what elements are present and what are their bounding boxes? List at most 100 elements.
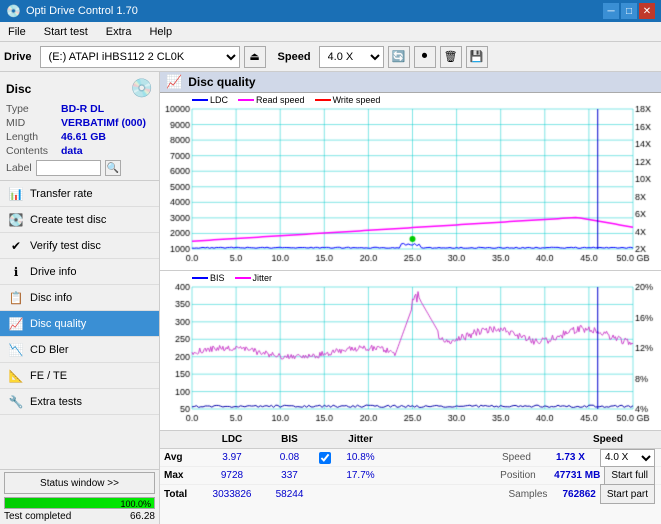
record-button[interactable]: ⏺ xyxy=(414,46,436,68)
legend-jitter: Jitter xyxy=(235,273,273,283)
menu-help[interactable]: Help xyxy=(145,25,176,39)
save-button[interactable]: 💾 xyxy=(466,46,488,68)
speed-value-right: 1.73 X xyxy=(556,452,596,463)
disc-type-label: Type xyxy=(6,103,61,115)
total-ldc: 3033826 xyxy=(202,489,262,500)
legend-ldc: LDC xyxy=(192,95,228,105)
total-bis: 58244 xyxy=(262,489,317,500)
disc-mid-row: MID VERBATIMf (000) xyxy=(6,117,153,129)
sidebar-item-disc-info[interactable]: 📋 Disc info xyxy=(0,285,159,311)
chart2-canvas xyxy=(160,271,661,427)
menu-extra[interactable]: Extra xyxy=(102,25,136,39)
sidebar-item-verify-test-disc[interactable]: ✔ Verify test disc xyxy=(0,233,159,259)
disc-type-row: Type BD-R DL xyxy=(6,103,153,115)
legend-read-speed-label: Read speed xyxy=(256,95,305,105)
sidebar-item-extra-tests[interactable]: 🔧 Extra tests xyxy=(0,389,159,415)
menu-file[interactable]: File xyxy=(4,25,30,39)
disc-mid-value: VERBATIMf (000) xyxy=(61,117,146,129)
disc-info-icon: 📋 xyxy=(8,291,24,305)
sidebar-item-create-test-disc[interactable]: 💽 Create test disc xyxy=(0,207,159,233)
progress-text: 100.0% xyxy=(120,498,151,509)
disc-label-input[interactable] xyxy=(36,160,101,176)
disc-contents-label: Contents xyxy=(6,145,61,157)
max-ldc: 9728 xyxy=(202,470,262,481)
speed-label: Speed xyxy=(278,51,311,63)
disc-type-value: BD-R DL xyxy=(61,103,104,115)
nav-menu: 📊 Transfer rate 💽 Create test disc ✔ Ver… xyxy=(0,181,159,469)
sidebar-item-transfer-rate[interactable]: 📊 Transfer rate xyxy=(0,181,159,207)
max-bis: 337 xyxy=(262,470,317,481)
refresh-button[interactable]: 🔄 xyxy=(388,46,410,68)
chart-header-title: Disc quality xyxy=(188,75,255,89)
nav-label-disc-info: Disc info xyxy=(30,292,72,304)
start-part-btn[interactable]: Start part xyxy=(600,484,655,504)
disc-contents-value: data xyxy=(61,145,83,157)
drive-label: Drive xyxy=(4,51,32,63)
legend-write-speed-label: Write speed xyxy=(333,95,381,105)
fe-te-icon: 📐 xyxy=(8,369,24,383)
samples-value-right: 762862 xyxy=(562,489,595,500)
disc-header: Disc 💿 xyxy=(6,78,153,99)
start-full-btn[interactable]: Start full xyxy=(604,466,655,486)
titlebar-controls: ─ □ ✕ xyxy=(603,3,655,19)
stats-col-bis-header: BIS xyxy=(262,434,317,445)
disc-panel: Disc 💿 Type BD-R DL MID VERBATIMf (000) … xyxy=(0,72,159,181)
avg-jitter: 10.8% xyxy=(333,452,388,463)
status-bar: Status window >> 100.0% Test completed 6… xyxy=(0,469,159,524)
app-title: Opti Drive Control 1.70 xyxy=(26,5,138,17)
sidebar-item-cd-bler[interactable]: 📉 CD Bler xyxy=(0,337,159,363)
cd-bler-icon: 📉 xyxy=(8,343,24,357)
transfer-rate-icon: 📊 xyxy=(8,187,24,201)
legend-read-speed: Read speed xyxy=(238,95,305,105)
status-window-btn[interactable]: Status window >> xyxy=(4,472,155,494)
speed-label-right: Speed xyxy=(502,452,552,463)
max-jitter: 17.7% xyxy=(333,470,388,481)
drive-select[interactable]: (E:) ATAPI iHBS112 2 CL0K xyxy=(40,46,240,68)
position-label-right: Position xyxy=(500,470,550,481)
main-layout: Disc 💿 Type BD-R DL MID VERBATIMf (000) … xyxy=(0,72,661,524)
chart2-section: BIS Jitter xyxy=(160,271,661,430)
disc-contents-row: Contents data xyxy=(6,145,153,157)
stats-col-jitter-header: Jitter xyxy=(333,434,388,445)
disc-title: Disc xyxy=(6,82,31,96)
disc-label-btn[interactable]: 🔍 xyxy=(105,160,121,176)
disc-label-row: Label 🔍 xyxy=(6,160,153,176)
app-icon: 💿 xyxy=(6,4,21,18)
speed-select-right[interactable]: 4.0 X xyxy=(600,449,655,467)
sidebar-item-fe-te[interactable]: 📐 FE / TE xyxy=(0,363,159,389)
menubar: File Start test Extra Help xyxy=(0,22,661,42)
nav-label-drive-info: Drive info xyxy=(30,266,76,278)
close-button[interactable]: ✕ xyxy=(639,3,655,19)
nav-label-fe-te: FE / TE xyxy=(30,370,67,382)
chart2-legend: BIS Jitter xyxy=(192,273,272,283)
eject-button[interactable]: ⏏ xyxy=(244,46,266,68)
legend-jitter-label: Jitter xyxy=(253,273,273,283)
read-speed-color xyxy=(238,99,254,101)
speed-select[interactable]: 4.0 X xyxy=(319,46,384,68)
maximize-button[interactable]: □ xyxy=(621,3,637,19)
stats-panel: LDC BIS Jitter Speed Avg 3.97 0.08 10.8%… xyxy=(160,430,661,524)
disc-length-value: 46.61 GB xyxy=(61,131,106,143)
legend-bis: BIS xyxy=(192,273,225,283)
legend-ldc-label: LDC xyxy=(210,95,228,105)
chart-header-icon: 📈 xyxy=(166,74,182,90)
chart-header: 📈 Disc quality xyxy=(160,72,661,93)
content-area: 📈 Disc quality LDC Read speed xyxy=(160,72,661,524)
status-text: Test completed xyxy=(4,511,71,522)
sidebar: Disc 💿 Type BD-R DL MID VERBATIMf (000) … xyxy=(0,72,160,524)
erase-button[interactable]: 🗑 xyxy=(440,46,462,68)
sidebar-item-disc-quality[interactable]: 📈 Disc quality xyxy=(0,311,159,337)
nav-label-cd-bler: CD Bler xyxy=(30,344,69,356)
jitter-checkbox[interactable] xyxy=(319,452,331,464)
nav-label-extra-tests: Extra tests xyxy=(30,396,82,408)
menu-start-test[interactable]: Start test xyxy=(40,25,92,39)
minimize-button[interactable]: ─ xyxy=(603,3,619,19)
chart1-section: LDC Read speed Write speed xyxy=(160,93,661,271)
sidebar-item-drive-info[interactable]: ℹ Drive info xyxy=(0,259,159,285)
nav-label-create-test-disc: Create test disc xyxy=(30,214,106,226)
legend-bis-label: BIS xyxy=(210,273,225,283)
max-label: Max xyxy=(164,470,202,481)
disc-length-row: Length 46.61 GB xyxy=(6,131,153,143)
avg-label: Avg xyxy=(164,452,202,463)
disc-quality-icon: 📈 xyxy=(8,317,24,331)
